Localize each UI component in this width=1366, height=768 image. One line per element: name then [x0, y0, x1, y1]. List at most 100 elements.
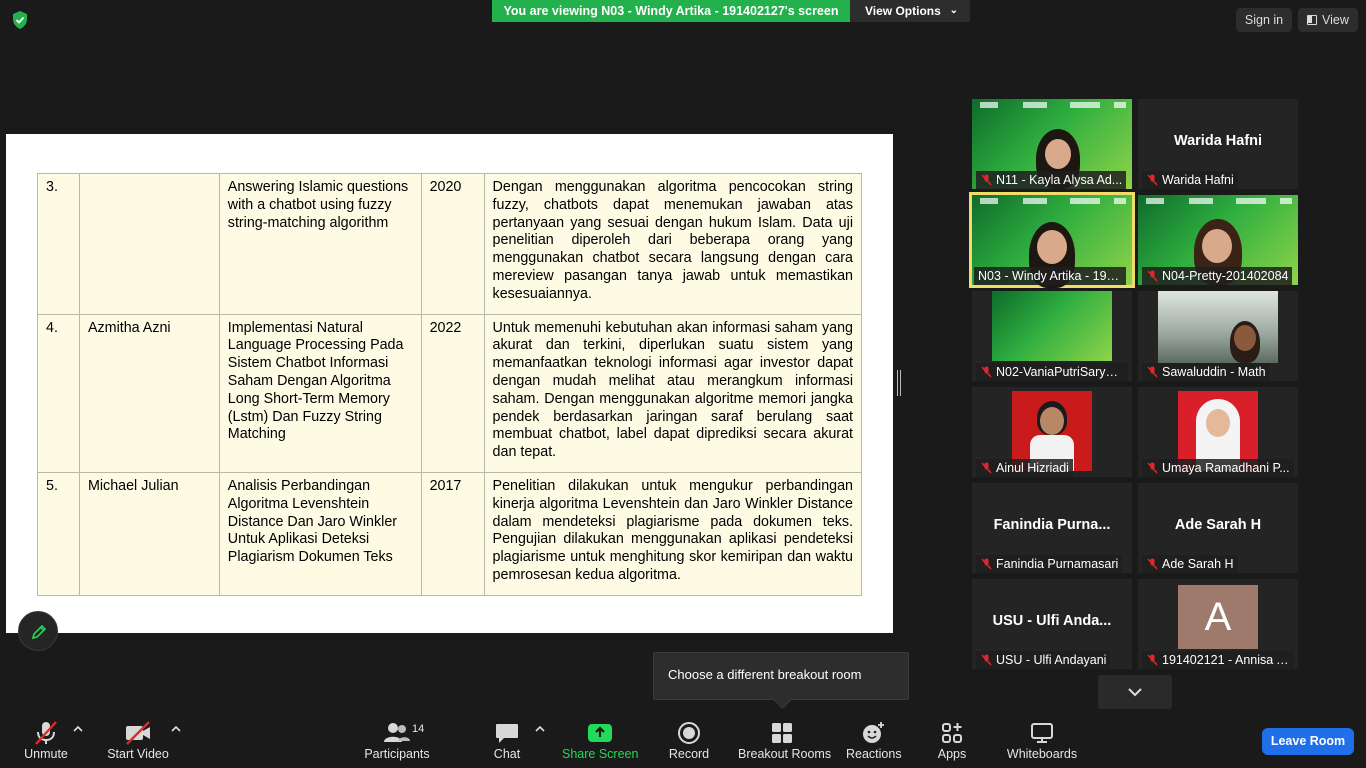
- pencil-icon: [31, 624, 47, 640]
- record-label: Record: [668, 747, 710, 761]
- gallery-next-page-button[interactable]: [1098, 675, 1172, 709]
- apps-button[interactable]: Apps: [930, 718, 974, 768]
- video-tile-active-speaker[interactable]: N03 - Windy Artika - 191...: [969, 192, 1135, 288]
- muted-mic-icon: [981, 654, 992, 666]
- participant-face: [1037, 230, 1067, 264]
- participant-display-name: USU - Ulfi Anda...: [992, 613, 1112, 629]
- year-cell: 2022: [420, 313, 485, 473]
- sign-in-button[interactable]: Sign in: [1236, 8, 1292, 32]
- avatar: A: [1178, 585, 1258, 649]
- breakout-rooms-icon: [772, 723, 792, 743]
- chat-options-caret-icon[interactable]: [534, 723, 546, 735]
- participants-count: 14: [412, 723, 425, 735]
- breakout-rooms-label: Breakout Rooms: [738, 747, 832, 761]
- author-cell: Michael Julian: [78, 471, 220, 596]
- participant-display-name: Fanindia Purna...: [993, 517, 1111, 533]
- breakout-rooms-button[interactable]: Breakout Rooms: [738, 718, 832, 768]
- unmute-label: Unmute: [24, 747, 68, 761]
- slide-logos: [1144, 198, 1292, 206]
- video-tile[interactable]: Fanindia Purna... Fanindia Purnamasari: [972, 483, 1132, 573]
- muted-mic-icon: [1147, 654, 1158, 666]
- shared-screen: 3. Answering Islamic questions with a ch…: [6, 134, 893, 633]
- participant-name: N03 - Windy Artika - 191...: [974, 267, 1126, 285]
- year-cell: 2017: [420, 471, 485, 596]
- view-options-dropdown[interactable]: View Options ⌄: [850, 0, 970, 22]
- participant-name: Umaya Ramadhani P...: [1142, 459, 1294, 477]
- annotate-pencil-button[interactable]: [18, 611, 58, 651]
- leave-room-button[interactable]: Leave Room: [1262, 728, 1354, 755]
- video-options-caret-icon[interactable]: [170, 723, 182, 735]
- year-cell: 2020: [420, 173, 485, 315]
- start-video-button[interactable]: Start Video: [104, 718, 172, 768]
- muted-mic-icon: [1147, 270, 1158, 282]
- participant-name: N11 - Kayla Alysa Ad...: [976, 171, 1127, 189]
- table-row: 4. Azmitha Azni Implementasi Natural Lan…: [37, 313, 863, 473]
- participant-face: [1040, 407, 1064, 435]
- unmute-button[interactable]: Unmute: [16, 718, 76, 768]
- video-tile[interactable]: Ainul Hizriadi: [972, 387, 1132, 477]
- video-tile[interactable]: USU - Ulfi Anda... USU - Ulfi Andayani: [972, 579, 1132, 669]
- view-label: View: [1322, 13, 1349, 27]
- audio-options-caret-icon[interactable]: [72, 723, 84, 735]
- literature-table: 3. Answering Islamic questions with a ch…: [37, 173, 863, 596]
- security-shield-icon[interactable]: [10, 10, 30, 30]
- muted-mic-icon: [1147, 174, 1158, 186]
- video-tile[interactable]: N04-Pretty-201402084: [1138, 195, 1298, 285]
- summary-cell: Penelitian dilakukan untuk mengukur perb…: [483, 471, 863, 596]
- record-button[interactable]: Record: [664, 718, 714, 768]
- muted-mic-icon: [1147, 462, 1158, 474]
- video-tile[interactable]: N11 - Kayla Alysa Ad...: [972, 99, 1132, 189]
- video-off-icon: [126, 721, 150, 745]
- participant-name: USU - Ulfi Andayani: [976, 651, 1111, 669]
- participant-name: Fanindia Purnamasari: [976, 555, 1123, 573]
- video-tile[interactable]: A 191402121 - Annisa A...: [1138, 579, 1298, 669]
- participants-button[interactable]: 14 Participants: [362, 718, 432, 768]
- start-video-label: Start Video: [107, 747, 169, 761]
- participants-label: Participants: [364, 747, 430, 761]
- reactions-label: Reactions: [846, 747, 902, 761]
- share-screen-button[interactable]: Share Screen: [562, 718, 638, 768]
- splitter-handle[interactable]: [897, 370, 901, 396]
- muted-mic-icon: [981, 174, 992, 186]
- chevron-down-icon: [1128, 688, 1142, 697]
- participants-icon: [384, 723, 410, 742]
- participant-name: Sawaluddin - Math: [1142, 363, 1270, 381]
- participant-name: 191402121 - Annisa A...: [1142, 651, 1294, 669]
- whiteboards-label: Whiteboards: [1006, 747, 1078, 761]
- participant-display-name: Warida Hafni: [1173, 133, 1263, 149]
- participant-display-name: Ade Sarah H: [1174, 517, 1262, 533]
- row-number: 5.: [37, 471, 80, 596]
- participant-face: [1045, 139, 1071, 169]
- video-tile[interactable]: Sawaluddin - Math: [1138, 291, 1298, 381]
- title-cell: Analisis Perbandingan Algoritma Levensht…: [218, 471, 422, 596]
- video-feed: [992, 291, 1112, 361]
- whiteboards-button[interactable]: Whiteboards: [1004, 718, 1080, 768]
- view-button[interactable]: View: [1298, 8, 1358, 32]
- chat-button[interactable]: Chat: [482, 718, 532, 768]
- reactions-icon: [863, 722, 884, 743]
- slide-logos: [978, 102, 1126, 110]
- video-tile[interactable]: Ade Sarah H Ade Sarah H: [1138, 483, 1298, 573]
- viewing-screen-banner: You are viewing N03 - Windy Artika - 191…: [492, 0, 850, 22]
- participant-face: [1234, 325, 1256, 351]
- video-tile[interactable]: N02-VaniaPutriSaryan...: [972, 291, 1132, 381]
- chat-icon: [496, 724, 518, 743]
- video-tile[interactable]: Warida Hafni Warida Hafni: [1138, 99, 1298, 189]
- chat-label: Chat: [493, 747, 521, 761]
- chevron-down-icon: ⌄: [949, 5, 958, 16]
- video-tile[interactable]: Umaya Ramadhani P...: [1138, 387, 1298, 477]
- reactions-button[interactable]: Reactions: [846, 718, 902, 768]
- muted-mic-icon: [981, 366, 992, 378]
- video-feed: [1158, 291, 1278, 363]
- table-row: 5. Michael Julian Analisis Perbandingan …: [37, 471, 863, 596]
- slide-logos: [978, 198, 1129, 206]
- participant-name: N04-Pretty-201402084: [1142, 267, 1293, 285]
- table-row: 3. Answering Islamic questions with a ch…: [37, 173, 863, 315]
- apps-label: Apps: [937, 747, 967, 761]
- layout-icon: [1307, 15, 1317, 25]
- participant-face: [1202, 229, 1232, 263]
- author-cell: [78, 173, 220, 315]
- participant-face: [1206, 409, 1230, 437]
- title-cell: Answering Islamic questions with a chatb…: [218, 173, 422, 315]
- muted-mic-icon: [1147, 558, 1158, 570]
